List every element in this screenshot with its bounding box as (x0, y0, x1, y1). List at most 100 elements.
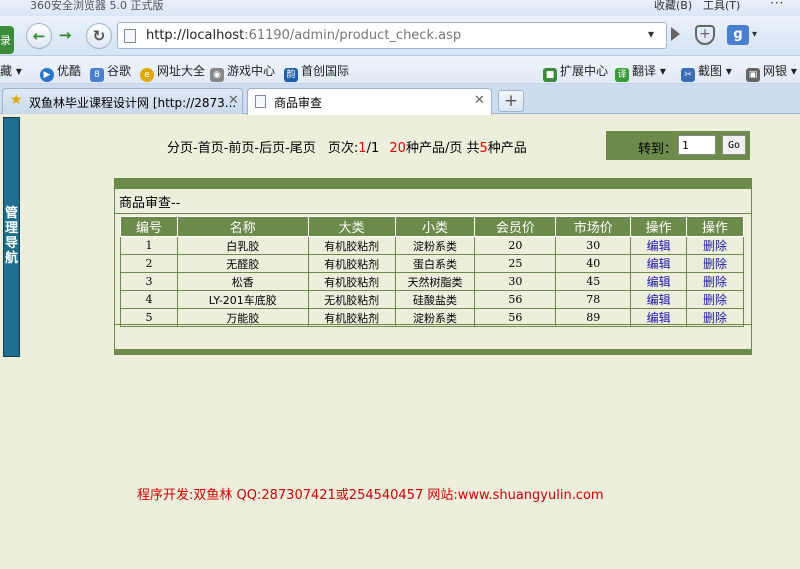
cell-member-price: 25 (474, 254, 557, 273)
refresh-button[interactable]: ↻ (86, 23, 112, 49)
cell-member-price: 20 (474, 236, 557, 255)
fav-item-youku[interactable]: ▶ 优酷 (40, 62, 81, 82)
cell-id: 1 (120, 236, 178, 255)
delete-link[interactable]: 删除 (703, 293, 727, 307)
browser-title: 360安全浏览器 5.0 正式版 (30, 0, 164, 12)
browser-navbar: 录 ← → ↻ http://localhost:61190/admin/pro… (0, 16, 800, 56)
shield-icon[interactable]: + (695, 25, 715, 45)
product-check-panel: 商品审查-- 编号 名称 大类 小类 会员价 市场价 操作 操作 1 白乳胶 有… (114, 178, 752, 355)
table-header-row: 编号 名称 大类 小类 会员价 市场价 操作 操作 (120, 216, 744, 237)
fav-item-screenshot[interactable]: ✂ 截图 ▾ (681, 62, 732, 82)
login-button[interactable]: 录 (0, 26, 14, 54)
column-header-category: 大类 (307, 216, 396, 237)
fav-item-shouchuang[interactable]: 韵首创国际 (284, 62, 349, 82)
page-jump: 转到： Go (606, 131, 750, 160)
menu-favorites[interactable]: 收藏(B) (654, 0, 692, 13)
cell-name: 松香 (176, 272, 309, 291)
page-icon (255, 95, 266, 108)
edit-link[interactable]: 编辑 (647, 239, 671, 253)
fav-item-favorites[interactable]: 藏 ▾ (0, 62, 22, 79)
cell-market-price: 40 (555, 254, 632, 273)
page-current: 1 (358, 141, 367, 156)
fav-item-translate[interactable]: 译翻译 ▾ (615, 62, 666, 82)
scissors-icon: ✂ (681, 68, 695, 82)
edit-link[interactable]: 编辑 (647, 275, 671, 289)
side-navigation-toggle[interactable]: 管理导航 (3, 117, 20, 357)
tab-close-icon[interactable]: ✕ (228, 93, 239, 108)
cell-category: 有机胶粘剂 (307, 254, 396, 273)
favorites-bar: 藏 ▾ ▶ 优酷 8 谷歌 e 网址大全 ◉ 游戏中心 韵首创国际 ■ 扩展中心 译翻译 … (0, 56, 800, 84)
bank-icon: ▣ (746, 68, 760, 82)
delete-link[interactable]: 删除 (703, 311, 727, 325)
search-engine-icon[interactable]: g (727, 25, 749, 45)
go-button[interactable]: Go (722, 135, 746, 155)
cell-name: LY-201车底胶 (176, 290, 309, 309)
page-total: 1 (370, 141, 380, 156)
table-row: 2 无醛胶 有机胶粘剂 蛋白系类 25 40 编辑 删除 (120, 254, 744, 273)
jump-page-input[interactable] (678, 135, 716, 155)
delete-link[interactable]: 删除 (703, 275, 727, 289)
cell-subcategory: 淀粉系类 (394, 236, 476, 255)
back-button[interactable]: ← (26, 23, 52, 49)
column-header-id: 编号 (120, 216, 178, 237)
edit-link[interactable]: 编辑 (647, 293, 671, 307)
column-header-name: 名称 (176, 216, 309, 237)
panel-footer-bar (115, 349, 751, 355)
column-header-member-price: 会员价 (474, 216, 557, 237)
cell-market-price: 45 (555, 272, 632, 291)
fav-item-url-directory[interactable]: e 网址大全 (140, 62, 205, 82)
tab-shuangyulin[interactable]: ★ 双鱼林毕业课程设计网 [http://2873... ✕ (2, 88, 243, 114)
edit-link[interactable]: 编辑 (647, 257, 671, 271)
cell-subcategory: 蛋白系类 (394, 254, 476, 273)
pagination: 分页-首页-前页-后页-尾页 页次:1/1 20种产品/页 共5种产品 (167, 141, 527, 156)
tab-bar: ★ 双鱼林毕业课程设计网 [http://2873... ✕ 商品审查 ✕ + (0, 84, 800, 115)
search-engine-dropdown-icon[interactable]: ▾ (752, 29, 757, 40)
more-menu-icon[interactable]: ··· (770, 0, 784, 10)
cell-subcategory: 硅酸盐类 (394, 290, 476, 309)
back-arrow-icon: ← (32, 27, 46, 45)
forward-arrow-icon: → (58, 26, 72, 44)
column-header-market-price: 市场价 (555, 216, 632, 237)
page-content: 管理导航 分页-首页-前页-后页-尾页 页次:1/1 20种产品/页 共5种产品… (0, 115, 800, 569)
google-icon: 8 (90, 68, 104, 82)
chevron-down-icon[interactable]: ▾ (648, 27, 654, 41)
url-directory-icon: e (140, 68, 154, 82)
cell-id: 4 (120, 290, 178, 309)
jump-label: 转到： (638, 142, 678, 157)
page-label: 页次: (327, 141, 359, 156)
tab-close-icon[interactable]: ✕ (474, 93, 485, 108)
table-row: 4 LY-201车底胶 无机胶粘剂 硅酸盐类 56 78 编辑 删除 (120, 290, 744, 309)
go-icon[interactable] (671, 27, 680, 41)
delete-link[interactable]: 删除 (703, 257, 727, 271)
address-url[interactable]: http://localhost:61190/admin/product_che… (146, 28, 461, 43)
tab-product-check[interactable]: 商品审查 ✕ (247, 88, 492, 115)
cell-member-price: 56 (474, 290, 557, 309)
translate-icon: 译 (615, 68, 629, 82)
forward-button[interactable]: → (52, 23, 78, 49)
panel-title: 商品审查-- (119, 196, 181, 211)
youku-icon: ▶ (40, 68, 54, 82)
cell-market-price: 30 (555, 236, 632, 255)
address-bar[interactable]: http://localhost:61190/admin/product_che… (117, 22, 667, 49)
menu-tools[interactable]: 工具(T) (703, 0, 740, 13)
fav-item-ebank[interactable]: ▣ 网银 ▾ (746, 62, 797, 82)
extensions-icon: ■ (543, 68, 557, 82)
cell-market-price: 78 (555, 290, 632, 309)
fav-item-game-center[interactable]: ◉ 游戏中心 (210, 62, 275, 82)
column-header-action-delete: 操作 (686, 216, 744, 237)
gamepad-icon: ◉ (210, 68, 224, 82)
cell-name: 无醛胶 (176, 254, 309, 273)
new-tab-button[interactable]: + (498, 90, 524, 112)
total-count: 5 (479, 141, 488, 156)
edit-link[interactable]: 编辑 (647, 311, 671, 325)
pagination-links[interactable]: 分页-首页-前页-后页-尾页 (167, 141, 316, 156)
cell-id: 2 (120, 254, 178, 273)
fav-item-google[interactable]: 8 谷歌 (90, 62, 131, 82)
delete-link[interactable]: 删除 (703, 239, 727, 253)
panel-header-bar (115, 179, 751, 189)
cell-category: 有机胶粘剂 (307, 236, 396, 255)
fav-item-extensions[interactable]: ■ 扩展中心 (543, 62, 608, 82)
per-page-count: 20 (389, 141, 406, 156)
developer-credit: 程序开发:双鱼林 QQ:287307421或254540457 网站:www.s… (137, 488, 604, 503)
star-icon: ★ (10, 92, 23, 108)
